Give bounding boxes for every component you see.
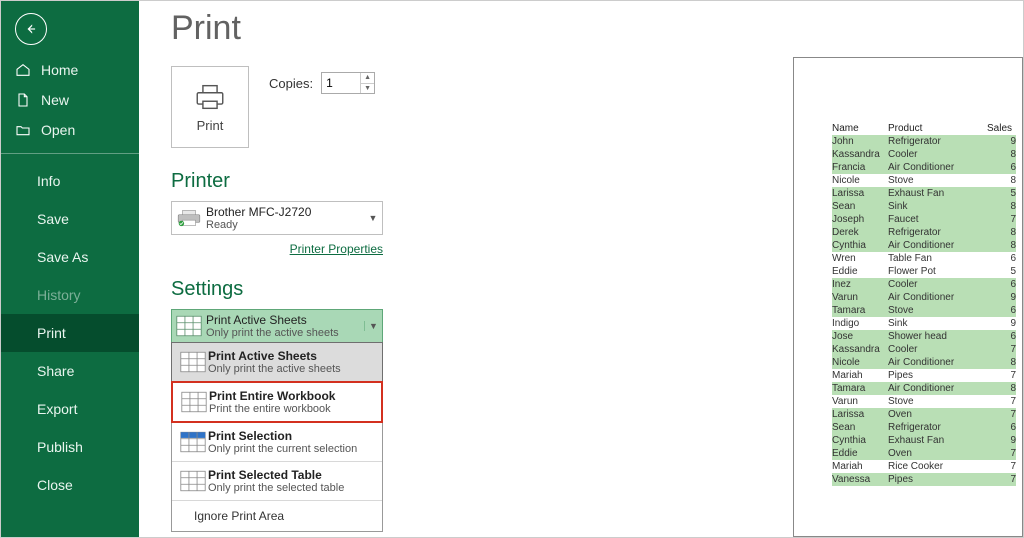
print-backstage-main: Print Print Copies: ▲ ▼	[139, 1, 1023, 537]
ignore-print-area[interactable]: Ignore Print Area	[172, 500, 382, 531]
print-option-print-entire-workbook[interactable]: Print Entire WorkbookPrint the entire wo…	[171, 381, 383, 423]
sidebar-item-share[interactable]: Share	[1, 352, 139, 390]
sidebar-item-print[interactable]: Print	[1, 314, 139, 352]
sidebar-item-export[interactable]: Export	[1, 390, 139, 428]
print-option-print-active-sheets[interactable]: Print Active SheetsOnly print the active…	[171, 342, 383, 382]
printer-name: Brother MFC-J2720	[206, 205, 364, 219]
print-what-dropdown[interactable]: Print Active Sheets Only print the activ…	[171, 309, 383, 343]
chevron-down-icon: ▼	[364, 213, 382, 223]
print-what-option-list: Print Active SheetsOnly print the active…	[171, 342, 383, 532]
sidebar-item-save-as[interactable]: Save As	[1, 238, 139, 276]
backstage-sidebar: Home New Open InfoSaveSave AsHistoryPrin…	[1, 1, 139, 537]
sidebar-item-label: Open	[41, 122, 75, 138]
preview-row: SeanSink8	[832, 200, 1016, 213]
preview-row: WrenTable Fan6	[832, 252, 1016, 265]
preview-row: KassandraCooler7	[832, 343, 1016, 356]
printer-device-icon	[172, 202, 206, 234]
print-what-sub: Only print the active sheets	[206, 327, 364, 339]
preview-row: JoseShower head6	[832, 330, 1016, 343]
printer-status: Ready	[206, 219, 364, 231]
preview-row: VanessaPipes7	[832, 473, 1016, 486]
print-preview: NameProductSalesJohnRefrigerator9Kassand…	[793, 57, 1023, 537]
preview-row: MariahRice Cooker7	[832, 460, 1016, 473]
open-icon	[15, 122, 31, 138]
preview-row: KassandraCooler8	[832, 148, 1016, 161]
preview-row: InezCooler6	[832, 278, 1016, 291]
preview-row: IndigoSink9	[832, 317, 1016, 330]
preview-row: TamaraStove6	[832, 304, 1016, 317]
sidebar-item-label: New	[41, 92, 69, 108]
preview-row: JohnRefrigerator9	[832, 135, 1016, 148]
preview-row: FranciaAir Conditioner6	[832, 161, 1016, 174]
sidebar-item-save[interactable]: Save	[1, 200, 139, 238]
sidebar-item-open[interactable]: Open	[1, 115, 139, 145]
sheet-icon	[178, 428, 208, 456]
sidebar-item-info[interactable]: Info	[1, 162, 139, 200]
new-icon	[15, 92, 31, 108]
copies-spinner[interactable]: ▲ ▼	[321, 72, 375, 94]
preview-row: LarissaExhaust Fan5	[832, 187, 1016, 200]
sheet-icon	[179, 388, 209, 416]
printer-properties-link[interactable]: Printer Properties	[290, 242, 383, 256]
sidebar-item-close[interactable]: Close	[1, 466, 139, 504]
sidebar-item-new[interactable]: New	[1, 85, 139, 115]
print-option-print-selection[interactable]: Print SelectionOnly print the current se…	[172, 422, 382, 461]
preview-row: EddieFlower Pot5	[832, 265, 1016, 278]
preview-row: EddieOven7	[832, 447, 1016, 460]
printer-dropdown[interactable]: Brother MFC-J2720 Ready ▼	[171, 201, 383, 235]
home-icon	[15, 62, 31, 78]
copies-input[interactable]	[322, 73, 360, 93]
print-option-print-selected-table[interactable]: Print Selected TableOnly print the selec…	[172, 461, 382, 500]
preview-row: CynthiaExhaust Fan9	[832, 434, 1016, 447]
sidebar-item-label: Home	[41, 62, 78, 78]
preview-row: NicoleStove8	[832, 174, 1016, 187]
sidebar-divider	[1, 153, 139, 154]
sidebar-item-home[interactable]: Home	[1, 55, 139, 85]
preview-row: DerekRefrigerator8	[832, 226, 1016, 239]
sheet-icon	[172, 310, 206, 342]
preview-row: MariahPipes7	[832, 369, 1016, 382]
copies-label: Copies:	[269, 76, 313, 91]
preview-row: JosephFaucet7	[832, 213, 1016, 226]
print-button[interactable]: Print	[171, 66, 249, 148]
preview-row: LarissaOven7	[832, 408, 1016, 421]
preview-row: SeanRefrigerator6	[832, 421, 1016, 434]
preview-row: TamaraAir Conditioner8	[832, 382, 1016, 395]
preview-row: CynthiaAir Conditioner8	[832, 239, 1016, 252]
sheet-icon	[178, 348, 208, 376]
page-title: Print	[171, 9, 1023, 48]
print-what-title: Print Active Sheets	[206, 313, 364, 327]
preview-row: VarunStove7	[832, 395, 1016, 408]
arrow-left-icon	[24, 22, 38, 36]
spinner-up[interactable]: ▲	[361, 73, 374, 84]
back-button[interactable]	[15, 13, 47, 45]
sidebar-item-publish[interactable]: Publish	[1, 428, 139, 466]
sheet-icon	[178, 467, 208, 495]
spinner-down[interactable]: ▼	[361, 84, 374, 94]
print-button-label: Print	[197, 118, 224, 133]
printer-icon	[193, 82, 227, 112]
preview-row: VarunAir Conditioner9	[832, 291, 1016, 304]
chevron-down-icon: ▼	[364, 321, 382, 331]
preview-row: NicoleAir Conditioner8	[832, 356, 1016, 369]
sidebar-item-history: History	[1, 276, 139, 314]
